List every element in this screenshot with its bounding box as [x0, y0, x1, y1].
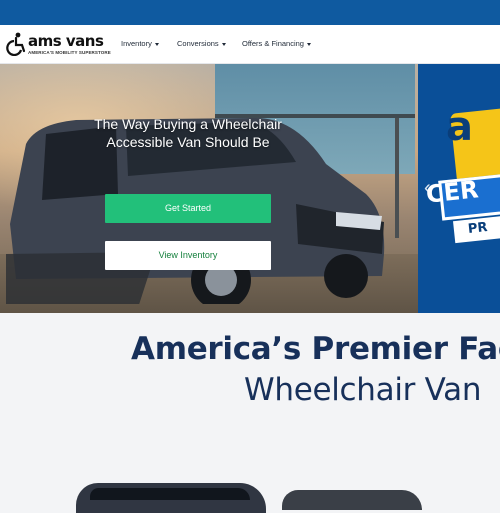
wheelchair-icon [6, 32, 26, 56]
nav-offers-label: Offers & Financing [242, 39, 304, 48]
nav-inventory[interactable]: Inventory [121, 39, 159, 48]
chevron-down-icon [154, 42, 159, 46]
nav-inventory-label: Inventory [121, 39, 152, 48]
view-inventory-button[interactable]: View Inventory [105, 241, 271, 270]
logo-text: ams vans [28, 32, 104, 50]
tower-post [395, 118, 399, 238]
badge-letter: a [446, 104, 473, 150]
chevron-down-icon [306, 42, 311, 46]
van-thumbnail [282, 490, 422, 510]
hero-image: The Way Buying a Wheelchair Accessible V… [0, 64, 418, 313]
badge-sub-text: PR [467, 220, 489, 237]
carousel-prev-arrow[interactable]: ‹ [424, 177, 431, 200]
nav-offers-financing[interactable]: Offers & Financing [242, 39, 311, 48]
get-started-button[interactable]: Get Started [105, 194, 271, 223]
hero-title: The Way Buying a Wheelchair Accessible V… [94, 116, 282, 150]
ams-vans-logo[interactable]: ams vans AMERICA'S MOBILITY SUPERSTORE [4, 30, 111, 60]
logo-tagline: AMERICA'S MOBILITY SUPERSTORE [28, 50, 111, 55]
nav-conversions-label: Conversions [177, 39, 219, 48]
main-navigation: ams vans AMERICA'S MOBILITY SUPERSTORE I… [0, 25, 500, 64]
hero-carousel: The Way Buying a Wheelchair Accessible V… [0, 64, 500, 313]
top-bar [0, 0, 500, 25]
page-headline: America’s Premier Fac [131, 331, 500, 367]
page-subheadline: Wheelchair Van [244, 372, 482, 408]
chevron-down-icon [221, 42, 226, 46]
nav-conversions[interactable]: Conversions [177, 39, 226, 48]
badge-ribbon-text: CER [424, 175, 480, 209]
van-thumbnail-window [90, 488, 250, 500]
